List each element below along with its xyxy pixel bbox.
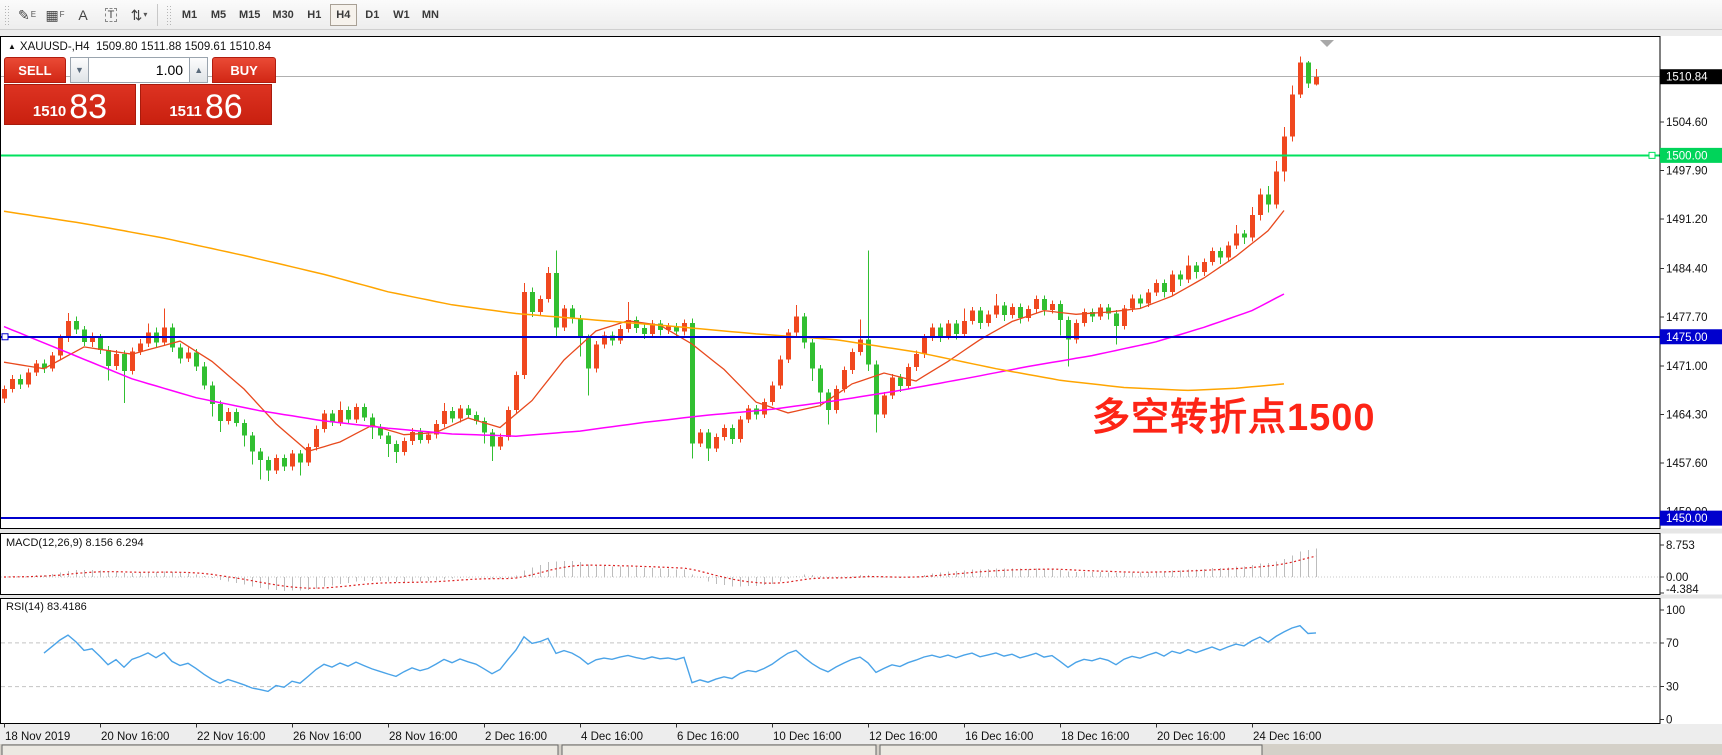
icon-subscript: ▾ <box>143 10 147 19</box>
rsi-tick-label: 100 <box>1666 605 1685 617</box>
price-marker-label: 1510.84 <box>1666 72 1708 84</box>
panel-gap <box>0 529 1722 534</box>
macd-tick-label: 8.753 <box>1666 540 1695 552</box>
one-click-trading-panel: SELL ▼ ▲ BUY 1510 83 1511 86 <box>4 57 276 125</box>
time-axis-label: 6 Dec 16:00 <box>677 731 739 743</box>
timeframe-buttons-group: M1M5M15M30H1H4D1W1MN <box>175 0 445 30</box>
time-axis-label: 16 Dec 16:00 <box>965 731 1033 743</box>
price-marker-label: 1450.00 <box>1666 513 1708 525</box>
timeframe-button-w1[interactable]: W1 <box>388 4 415 26</box>
volume-increase-button[interactable]: ▲ <box>189 57 208 83</box>
rsi-tick-label: 0 <box>1666 715 1672 727</box>
chart-tab[interactable] <box>880 745 1262 755</box>
time-axis-label: 4 Dec 16:00 <box>581 731 643 743</box>
buy-price-box[interactable]: 1511 86 <box>140 84 272 125</box>
price-tick-label: 1484.40 <box>1666 264 1708 276</box>
panel-gap <box>0 595 1722 599</box>
price-marker-label: 1500.00 <box>1666 150 1708 162</box>
icon-subscript: E <box>31 10 36 19</box>
toolbar-drag-handle[interactable] <box>166 5 172 25</box>
volume-decrease-button[interactable]: ▼ <box>70 57 89 83</box>
price-tick-label: 1464.30 <box>1666 409 1708 421</box>
collapse-icon[interactable]: ▲ <box>8 42 16 51</box>
sell-price-base: 1510 <box>33 103 66 120</box>
macd-tick-label: -4.384 <box>1666 584 1699 596</box>
fibonacci-retracement-tool-glyph: ▦ <box>45 8 58 22</box>
time-axis-label: 24 Dec 16:00 <box>1253 731 1321 743</box>
rsi-tick-label: 70 <box>1666 638 1679 650</box>
time-axis-label: 10 Dec 16:00 <box>773 731 841 743</box>
time-axis-label: 20 Nov 16:00 <box>101 731 169 743</box>
timeframe-button-m15[interactable]: M15 <box>234 4 265 26</box>
time-axis-label: 2 Dec 16:00 <box>485 731 547 743</box>
buy-button[interactable]: BUY <box>212 57 276 83</box>
equidistant-channel-tool-glyph: ✎ <box>18 8 30 22</box>
time-axis-label: 18 Nov 2019 <box>5 731 70 743</box>
price-marker-label: 1475.00 <box>1666 332 1708 344</box>
time-axis-label: 18 Dec 16:00 <box>1061 731 1129 743</box>
timeframe-button-m30[interactable]: M30 <box>267 4 298 26</box>
sell-price-box[interactable]: 1510 83 <box>4 84 136 125</box>
price-tick-label: 1477.70 <box>1666 312 1708 324</box>
price-tick-label: 1504.60 <box>1666 117 1708 129</box>
text-label-tool-glyph: T <box>105 8 118 22</box>
mt4-window: 1504.60 1497.90 1491.20 1484.40 1477.70 1471.… <box>0 0 1722 755</box>
fibonacci-retracement-tool-icon[interactable]: ▦F <box>42 3 68 27</box>
timeframe-button-h4[interactable]: H4 <box>330 4 357 26</box>
toolbar-separator <box>157 4 158 26</box>
buy-price-pips: 86 <box>205 91 243 123</box>
equidistant-channel-tool-icon[interactable]: ✎E <box>14 3 40 27</box>
buy-price-base: 1511 <box>169 103 202 120</box>
time-axis-label: 28 Nov 16:00 <box>389 731 457 743</box>
chart-tab[interactable] <box>562 745 876 755</box>
timeframe-button-h1[interactable]: H1 <box>301 4 328 26</box>
toolbar: ✎E▦FAT⇅▾ M1M5M15M30H1H4D1W1MN <box>0 0 1722 30</box>
arrow-objects-tool-glyph: ⇅ <box>131 8 143 22</box>
chart-tab[interactable] <box>2 745 558 755</box>
chart-text-annotation[interactable]: 多空转折点1500 <box>1092 386 1376 441</box>
price-tick-label: 1497.90 <box>1666 166 1708 178</box>
price-tick-label: 1457.60 <box>1666 458 1708 470</box>
icon-subscript: F <box>60 10 65 19</box>
sell-button[interactable]: SELL <box>4 57 66 83</box>
macd-indicator-label: MACD(12,26,9) 8.156 6.294 <box>6 537 144 549</box>
rsi-tick-label: 30 <box>1666 682 1679 694</box>
sell-price-pips: 83 <box>69 91 107 123</box>
time-axis-label: 12 Dec 16:00 <box>869 731 937 743</box>
symbol-ohlc-text: XAUUSD-,H4 1509.80 1511.88 1509.61 1510.… <box>20 41 271 53</box>
toolbar-drag-handle[interactable] <box>4 5 10 25</box>
time-axis-label: 22 Nov 16:00 <box>197 731 265 743</box>
timeframe-button-m5[interactable]: M5 <box>205 4 232 26</box>
time-axis-label: 26 Nov 16:00 <box>293 731 361 743</box>
text-tool-glyph: A <box>78 8 87 22</box>
price-tick-label: 1471.00 <box>1666 361 1708 373</box>
time-axis-label: 20 Dec 16:00 <box>1157 731 1225 743</box>
price-tick-label: 1491.20 <box>1666 214 1708 226</box>
macd-tick-label: 0.00 <box>1666 572 1688 584</box>
chart-symbol-header: ▲ XAUUSD-,H4 1509.80 1511.88 1509.61 1510… <box>8 41 271 53</box>
timeframe-button-m1[interactable]: M1 <box>176 4 203 26</box>
text-tool-icon[interactable]: A <box>70 3 96 27</box>
rsi-indicator-label: RSI(14) 83.4186 <box>6 601 87 613</box>
drawing-tools-group: ✎E▦FAT⇅▾ <box>13 0 153 30</box>
timeframe-button-d1[interactable]: D1 <box>359 4 386 26</box>
arrow-objects-tool-icon[interactable]: ⇅▾ <box>126 3 152 27</box>
volume-input[interactable] <box>89 57 189 83</box>
text-label-tool-icon[interactable]: T <box>98 3 124 27</box>
timeframe-button-mn[interactable]: MN <box>417 4 444 26</box>
